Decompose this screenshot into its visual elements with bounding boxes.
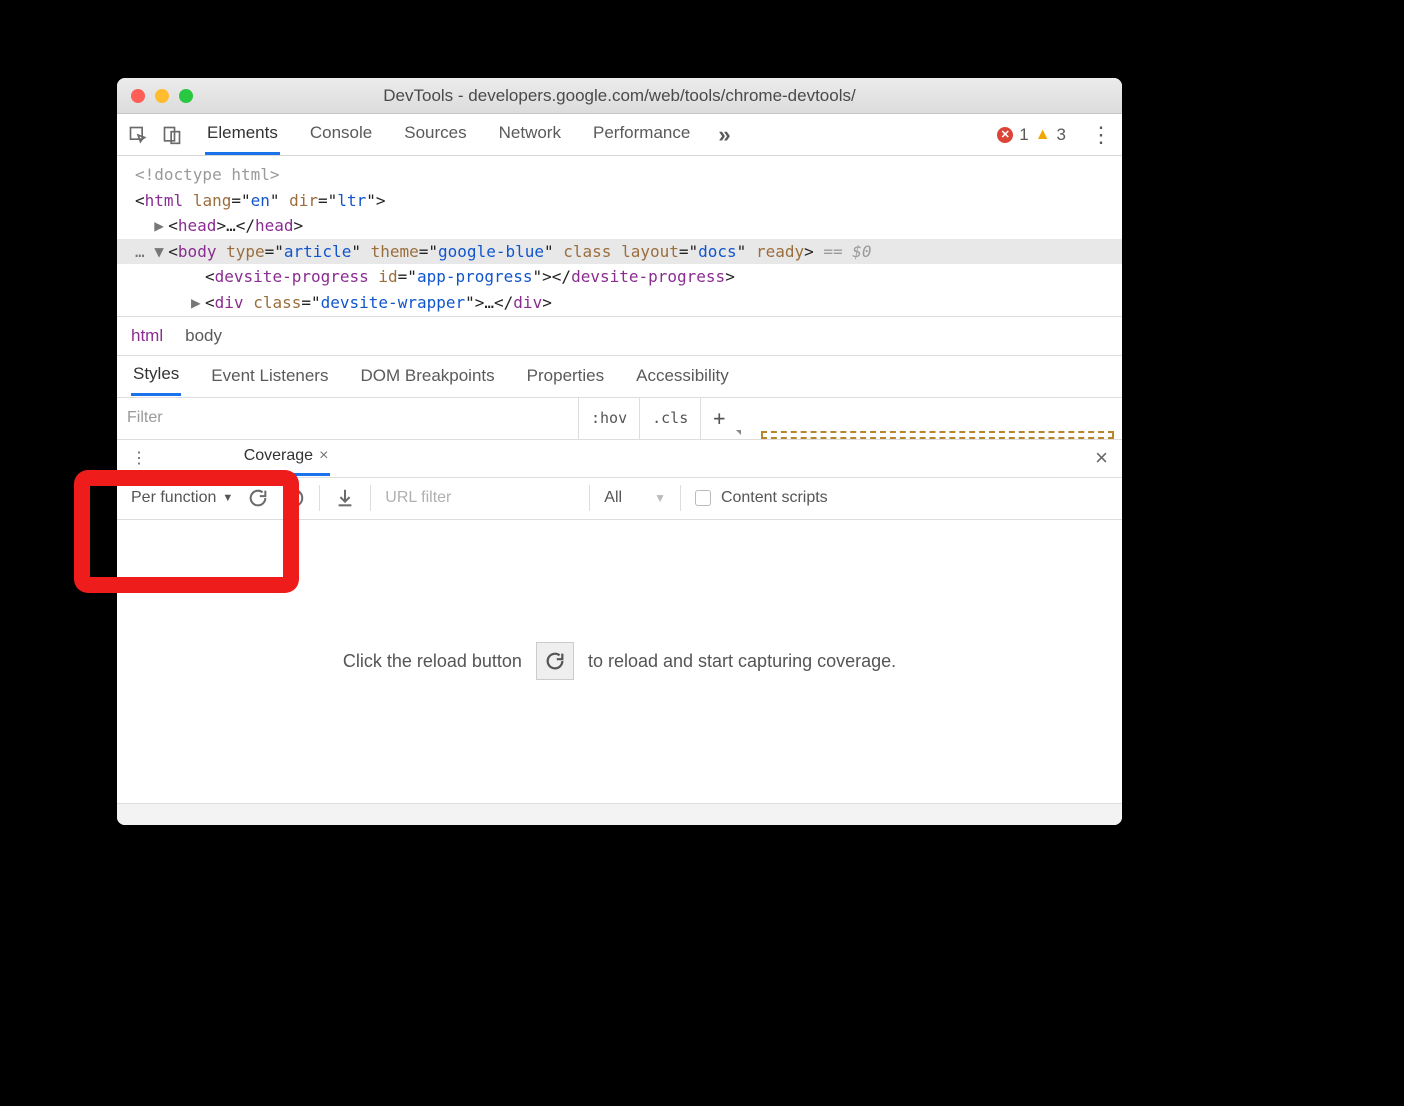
styles-empty-zone [761,431,1114,439]
coverage-type-label: Per function [131,489,216,507]
subtab-accessibility[interactable]: Accessibility [634,358,731,395]
main-tabbar: Elements Console Sources Network Perform… [117,114,1122,156]
error-count: 1 [1019,125,1028,145]
tab-sources[interactable]: Sources [402,115,468,155]
cls-toggle[interactable]: .cls [640,398,701,439]
html-open-line[interactable]: <html lang="en" dir="ltr"> [135,188,1122,214]
statusbar [117,803,1122,825]
tab-elements[interactable]: Elements [205,115,280,155]
dom-tree[interactable]: <!doctype html> <html lang="en" dir="ltr… [117,156,1122,316]
subtab-event-listeners[interactable]: Event Listeners [209,358,330,395]
reload-icon [544,650,566,672]
subtab-styles[interactable]: Styles [131,356,181,396]
drawer-close-icon[interactable]: × [1095,445,1108,471]
crumb-html[interactable]: html [131,326,163,346]
coverage-empty-state: Click the reload button to reload and st… [117,520,1122,803]
window-zoom-button[interactable] [179,89,193,103]
devtools-window: DevTools - developers.google.com/web/too… [117,78,1122,825]
dropdown-triangle-icon: ▼ [654,491,666,505]
inspect-element-icon[interactable] [123,120,153,150]
titlebar: DevTools - developers.google.com/web/too… [117,78,1122,114]
doctype-line: <!doctype html> [135,162,1122,188]
tab-network[interactable]: Network [497,115,563,155]
window-title: DevTools - developers.google.com/web/too… [117,86,1122,106]
body-line[interactable]: … ▼<body type="article" theme="google-bl… [117,239,1122,265]
coverage-type-select[interactable]: Per function ▼ [131,489,233,507]
subtab-properties[interactable]: Properties [525,358,606,395]
separator [680,485,681,511]
styles-tabbar: Styles Event Listeners DOM Breakpoints P… [117,356,1122,398]
content-scripts-toggle[interactable]: Content scripts [695,489,828,507]
new-style-rule-button[interactable]: + [701,398,737,439]
separator [370,485,371,511]
crumb-body[interactable]: body [185,326,222,346]
drawer-tab-coverage[interactable]: Coverage × [242,441,331,476]
checkbox-icon[interactable] [695,490,711,506]
coverage-message-post: to reload and start capturing coverage. [588,651,896,672]
hov-toggle[interactable]: :hov [579,398,640,439]
devsite-progress-line[interactable]: <devsite-progress id="app-progress"></de… [135,264,1122,290]
warning-badge-icon[interactable]: ▲ [1035,126,1051,144]
drawer: ⋮ Console Coverage × × Per function ▼ Al… [117,440,1122,825]
device-toggle-icon[interactable] [157,120,187,150]
main-tabs: Elements Console Sources Network Perform… [205,115,692,155]
reload-icon[interactable] [247,487,269,509]
styles-filter-row: :hov .cls + [117,398,1122,440]
separator [589,485,590,511]
coverage-filter-label: All [604,489,622,507]
drawer-tab-close-icon[interactable]: × [319,447,328,465]
tab-performance[interactable]: Performance [591,115,692,155]
error-badge-icon[interactable]: ✕ [997,127,1013,143]
drawer-tabbar: ⋮ Console Coverage × × [117,440,1122,478]
styles-filter-input[interactable] [117,398,579,439]
subtab-dom-breakpoints[interactable]: DOM Breakpoints [358,358,496,395]
more-menu-icon[interactable]: ⋮ [1090,122,1112,148]
breadcrumb: html body [117,316,1122,356]
status-badges: ✕ 1 ▲ 3 ⋮ [997,122,1116,148]
devsite-wrapper-line[interactable]: ▶<div class="devsite-wrapper">…</div> [135,290,1122,316]
coverage-filter-select[interactable]: All ▼ [604,489,666,507]
window-minimize-button[interactable] [155,89,169,103]
export-icon[interactable] [334,487,356,509]
warning-count: 3 [1057,125,1066,145]
separator [319,485,320,511]
drawer-tab-label: Coverage [244,447,313,465]
tabs-overflow-icon[interactable]: » [718,122,730,148]
reload-button[interactable] [536,642,574,680]
url-filter-input[interactable] [385,489,575,507]
drawer-menu-icon[interactable]: ⋮ [131,448,147,468]
clear-icon[interactable] [283,487,305,509]
window-close-button[interactable] [131,89,145,103]
coverage-toolbar: Per function ▼ All ▼ Content scripts [117,478,1122,520]
content-scripts-label: Content scripts [721,489,828,507]
coverage-message-pre: Click the reload button [343,651,522,672]
head-line[interactable]: ▶<head>…</head> [135,213,1122,239]
dropdown-triangle-icon: ▼ [222,492,233,504]
tab-console[interactable]: Console [308,115,374,155]
traffic-lights [117,89,193,103]
